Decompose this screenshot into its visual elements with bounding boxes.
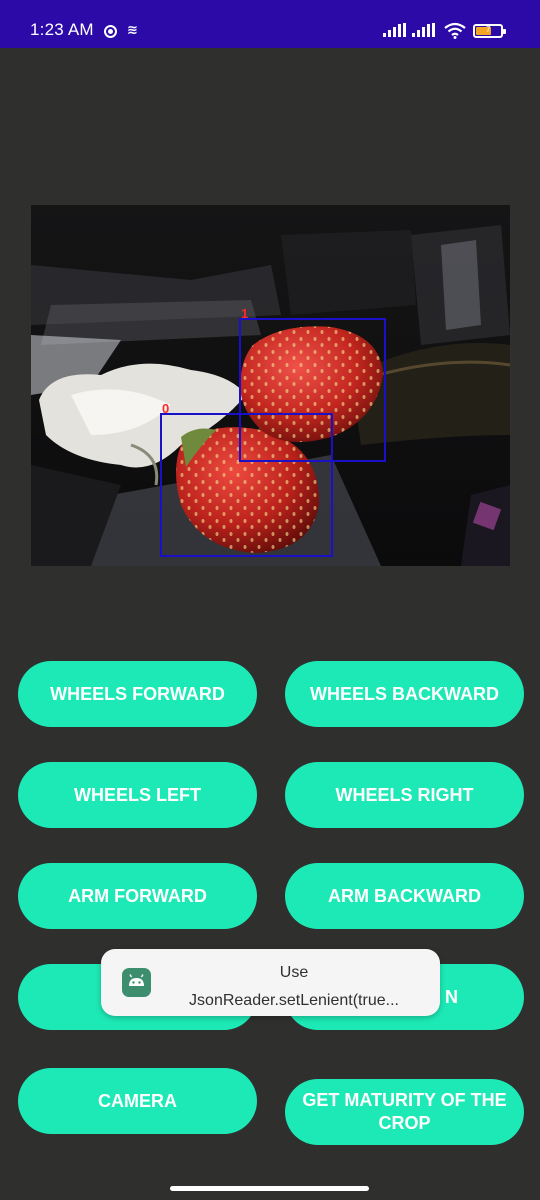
- wheels-forward-button[interactable]: WHEELS FORWARD: [18, 661, 257, 727]
- battery-level: 7: [486, 25, 491, 34]
- wheels-left-button[interactable]: WHEELS LEFT: [18, 762, 257, 828]
- android-app-icon: [122, 968, 151, 997]
- wheels-right-button[interactable]: WHEELS RIGHT: [285, 762, 524, 828]
- notification-icon: ≋: [127, 22, 138, 37]
- detection-label: 0: [162, 401, 169, 416]
- toast-line-1: Use: [279, 964, 309, 981]
- toast-message: Use JsonReader.setLenient(true...: [101, 949, 440, 1016]
- camera-feed: 1 0: [31, 205, 510, 566]
- arm-forward-button[interactable]: ARM FORWARD: [18, 863, 257, 929]
- wheels-backward-button[interactable]: WHEELS BACKWARD: [285, 661, 524, 727]
- get-maturity-button[interactable]: GET MATURITY OF THE CROP: [285, 1079, 524, 1145]
- cellular-signal-icon: [412, 23, 435, 37]
- wifi-icon: [444, 22, 466, 39]
- cellular-signal-icon: [383, 23, 406, 37]
- detection-label: 1: [241, 306, 248, 321]
- status-bar: 1:23 AM ≋ 7: [0, 0, 540, 48]
- arm-backward-button[interactable]: ARM BACKWARD: [285, 863, 524, 929]
- status-time: 1:23 AM: [30, 20, 94, 39]
- screen-record-icon: [104, 25, 117, 38]
- camera-button[interactable]: CAMERA: [18, 1068, 257, 1134]
- battery-icon: 7: [473, 24, 506, 38]
- toast-line-2: JsonReader.setLenient(true...: [189, 992, 399, 1009]
- home-indicator[interactable]: [170, 1186, 369, 1191]
